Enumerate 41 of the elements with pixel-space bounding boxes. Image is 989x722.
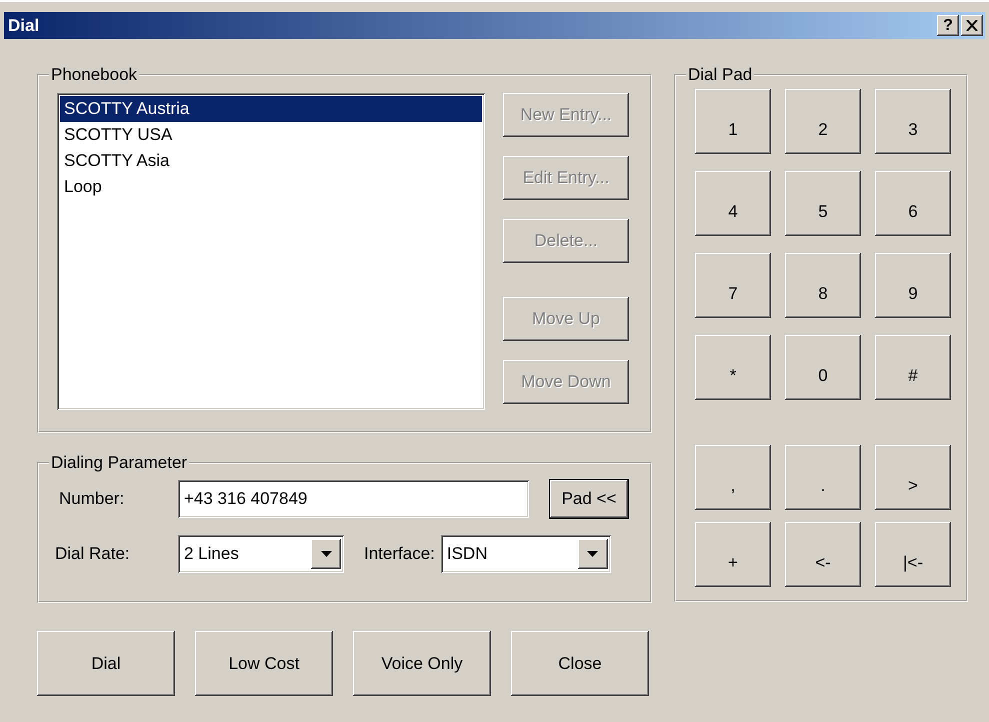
dial-key[interactable]: <-	[785, 522, 861, 587]
list-item[interactable]: SCOTTY Austria	[60, 96, 482, 122]
dial-key[interactable]: ,	[695, 445, 771, 510]
help-button[interactable]: ?	[937, 15, 959, 36]
group-title: Phonebook	[50, 65, 138, 85]
dial-key[interactable]: *	[695, 335, 771, 400]
list-item[interactable]: SCOTTY USA	[60, 122, 482, 148]
dial-key[interactable]: 0	[785, 335, 861, 400]
dial-key[interactable]: >	[875, 445, 951, 510]
dial-key[interactable]: 7	[695, 253, 771, 318]
dial-key[interactable]: #	[875, 335, 951, 400]
action-button[interactable]: Close	[511, 631, 649, 696]
pad-button[interactable]: Pad <<	[549, 479, 629, 519]
close-icon	[966, 20, 978, 31]
dial-key[interactable]: 3	[875, 89, 951, 154]
dial-key[interactable]: 6	[875, 171, 951, 236]
list-item[interactable]: Loop	[60, 174, 482, 200]
list-item[interactable]: SCOTTY Asia	[60, 148, 482, 174]
phonebook-list[interactable]: SCOTTY Austria SCOTTY USA SCOTTY Asia Loop	[57, 93, 485, 410]
window-title: Dial	[8, 16, 40, 36]
action-button[interactable]: Low Cost	[195, 631, 333, 696]
group-title: Dialing Parameter	[50, 453, 188, 473]
dial-rate-dropdown[interactable]: 2 Lines	[178, 535, 344, 573]
dial-key[interactable]: |<-	[875, 522, 951, 587]
dial-key[interactable]: 9	[875, 253, 951, 318]
dial-key[interactable]: 5	[785, 171, 861, 236]
interface-dropdown[interactable]: ISDN	[440, 535, 611, 573]
interface-label: Interface:	[364, 544, 435, 564]
action-button[interactable]: Voice Only	[353, 631, 491, 696]
dial-key[interactable]: 4	[695, 171, 771, 236]
dial-key[interactable]: .	[785, 445, 861, 510]
dial-rate-label: Dial Rate:	[55, 544, 131, 564]
dial-key[interactable]: 2	[785, 89, 861, 154]
number-field[interactable]: +43 316 407849	[178, 480, 529, 518]
close-button[interactable]	[961, 15, 983, 36]
group-title: Dial Pad	[687, 65, 754, 85]
dial-key[interactable]: 8	[785, 253, 861, 318]
dial-key[interactable]: +	[695, 522, 771, 587]
number-label: Number:	[59, 489, 126, 509]
action-button[interactable]: Dial	[37, 631, 175, 696]
dial-key[interactable]: 1	[695, 89, 771, 154]
